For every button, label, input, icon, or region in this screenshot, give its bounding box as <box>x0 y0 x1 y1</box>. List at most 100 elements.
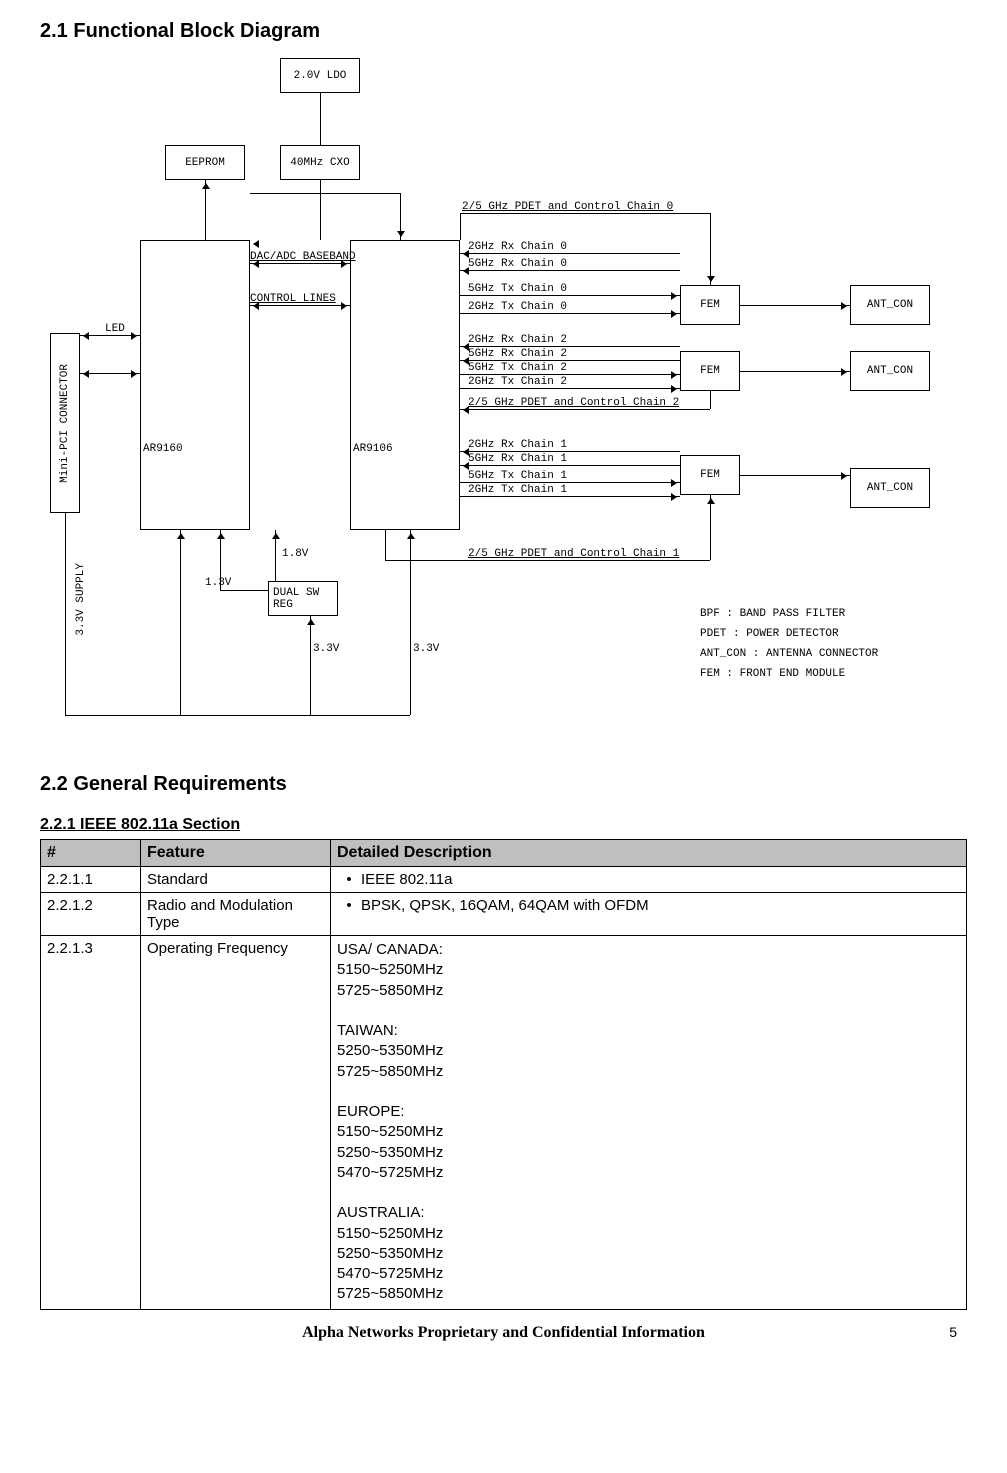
bullet-icon <box>337 871 361 888</box>
bullet-icon <box>337 897 361 914</box>
minipci-label: Mini-PCI CONNECTOR <box>59 364 71 483</box>
box-antcon-1: ANT_CON <box>850 468 930 508</box>
cell-desc: USA/ CANADA: 5150~5250MHz 5725~5850MHz T… <box>331 936 967 1310</box>
cell-desc-text: BPSK, QPSK, 16QAM, 64QAM with OFDM <box>361 897 649 914</box>
line <box>460 213 710 214</box>
box-cxo: 40MHz CXO <box>280 145 360 180</box>
label-rx5-2: 5GHz Rx Chain 2 <box>468 348 567 360</box>
label-13v: 1.3V <box>205 577 231 589</box>
label-rx5-0: 5GHz Rx Chain 0 <box>468 258 567 270</box>
label-rx2-2: 2GHz Rx Chain 2 <box>468 334 567 346</box>
legend-bpf: BPF : BAND PASS FILTER <box>700 608 845 620</box>
label-dacadc: DAC/ADC BASEBAND <box>250 251 356 263</box>
table-row: 2.2.1.1 Standard IEEE 802.11a <box>41 867 967 893</box>
label-33v-a: 3.3V <box>313 643 339 655</box>
box-antcon-0: ANT_CON <box>850 285 930 325</box>
line <box>460 346 680 347</box>
line <box>410 530 411 715</box>
line <box>220 590 268 591</box>
footer-text: Alpha Networks Proprietary and Confident… <box>302 1324 705 1341</box>
cell-desc: IEEE 802.11a <box>331 867 967 893</box>
line <box>740 305 850 306</box>
line <box>710 495 711 560</box>
legend-pdet: PDET : POWER DETECTOR <box>700 628 839 640</box>
line <box>250 305 350 306</box>
line <box>460 451 680 452</box>
page-number: 5 <box>949 1324 957 1340</box>
ar9106-label: AR9106 <box>353 443 393 455</box>
line <box>80 373 140 374</box>
section-2-2-1-heading: 2.2.1 IEEE 802.11a Section <box>40 816 967 834</box>
line <box>460 360 680 361</box>
th-desc: Detailed Description <box>331 840 967 867</box>
block-diagram: 2.0V LDO EEPROM 40MHz CXO Mini-PCI CONNE… <box>50 53 950 743</box>
line <box>460 374 680 375</box>
line <box>460 270 680 271</box>
box-ldo: 2.0V LDO <box>280 58 360 93</box>
label-tx5-0: 5GHz Tx Chain 0 <box>468 283 567 295</box>
label-tx5-2: 5GHz Tx Chain 2 <box>468 362 567 374</box>
line <box>385 560 710 561</box>
line <box>310 616 311 715</box>
label-tx2-0: 2GHz Tx Chain 0 <box>468 301 567 313</box>
line <box>320 180 321 240</box>
line <box>460 253 680 254</box>
cell-desc: BPSK, QPSK, 16QAM, 64QAM with OFDM <box>331 893 967 936</box>
line <box>460 388 680 389</box>
cell-num: 2.2.1.1 <box>41 867 141 893</box>
page-footer: Alpha Networks Proprietary and Confident… <box>40 1324 967 1342</box>
ar9160-label: AR9160 <box>143 443 183 455</box>
cell-feature: Operating Frequency <box>141 936 331 1310</box>
line <box>460 295 680 296</box>
box-dualsw: DUAL SW REG <box>268 581 338 616</box>
label-led: LED <box>105 323 125 335</box>
box-minipci: Mini-PCI CONNECTOR <box>50 333 80 513</box>
section-2-2-heading: 2.2 General Requirements <box>40 773 967 796</box>
cell-feature: Radio and Modulation Type <box>141 893 331 936</box>
th-feature: Feature <box>141 840 331 867</box>
label-tx2-2: 2GHz Tx Chain 2 <box>468 376 567 388</box>
cell-num: 2.2.1.2 <box>41 893 141 936</box>
box-ar9106: AR9106 <box>350 240 460 530</box>
line <box>275 530 276 581</box>
label-18v: 1.8V <box>282 548 308 560</box>
line <box>460 409 710 410</box>
th-num: # <box>41 840 141 867</box>
line <box>710 213 711 285</box>
box-fem-0: FEM <box>680 285 740 325</box>
line <box>180 530 181 715</box>
label-supply: 3.3V SUPPLY <box>75 563 87 636</box>
cell-desc-text: IEEE 802.11a <box>361 871 452 888</box>
label-tx5-1: 5GHz Tx Chain 1 <box>468 470 567 482</box>
line <box>460 496 680 497</box>
line <box>400 193 401 240</box>
label-pdet0: 2/5 GHz PDET and Control Chain 0 <box>462 201 673 213</box>
legend-antcon: ANT_CON : ANTENNA CONNECTOR <box>700 648 878 660</box>
line <box>740 475 850 476</box>
line <box>460 465 680 466</box>
cell-feature: Standard <box>141 867 331 893</box>
box-antcon-2: ANT_CON <box>850 351 930 391</box>
label-rx5-1: 5GHz Rx Chain 1 <box>468 453 567 465</box>
label-33v-b: 3.3V <box>413 643 439 655</box>
line <box>205 180 206 240</box>
line <box>65 715 410 716</box>
line <box>250 193 400 194</box>
line <box>65 513 66 715</box>
line <box>460 313 680 314</box>
box-eeprom: EEPROM <box>165 145 245 180</box>
table-row: 2.2.1.2 Radio and Modulation Type BPSK, … <box>41 893 967 936</box>
label-rx2-0: 2GHz Rx Chain 0 <box>468 241 567 253</box>
section-2-1-heading: 2.1 Functional Block Diagram <box>40 20 967 43</box>
line <box>460 213 461 240</box>
line <box>710 391 711 409</box>
label-ctrl: CONTROL LINES <box>250 293 336 305</box>
table-header-row: # Feature Detailed Description <box>41 840 967 867</box>
box-fem-2: FEM <box>680 351 740 391</box>
label-tx2-1: 2GHz Tx Chain 1 <box>468 484 567 496</box>
label-pdet2: 2/5 GHz PDET and Control Chain 2 <box>468 397 679 409</box>
line <box>385 530 386 560</box>
label-pdet1: 2/5 GHz PDET and Control Chain 1 <box>468 548 679 560</box>
line <box>460 482 680 483</box>
table-row: 2.2.1.3 Operating Frequency USA/ CANADA:… <box>41 936 967 1310</box>
